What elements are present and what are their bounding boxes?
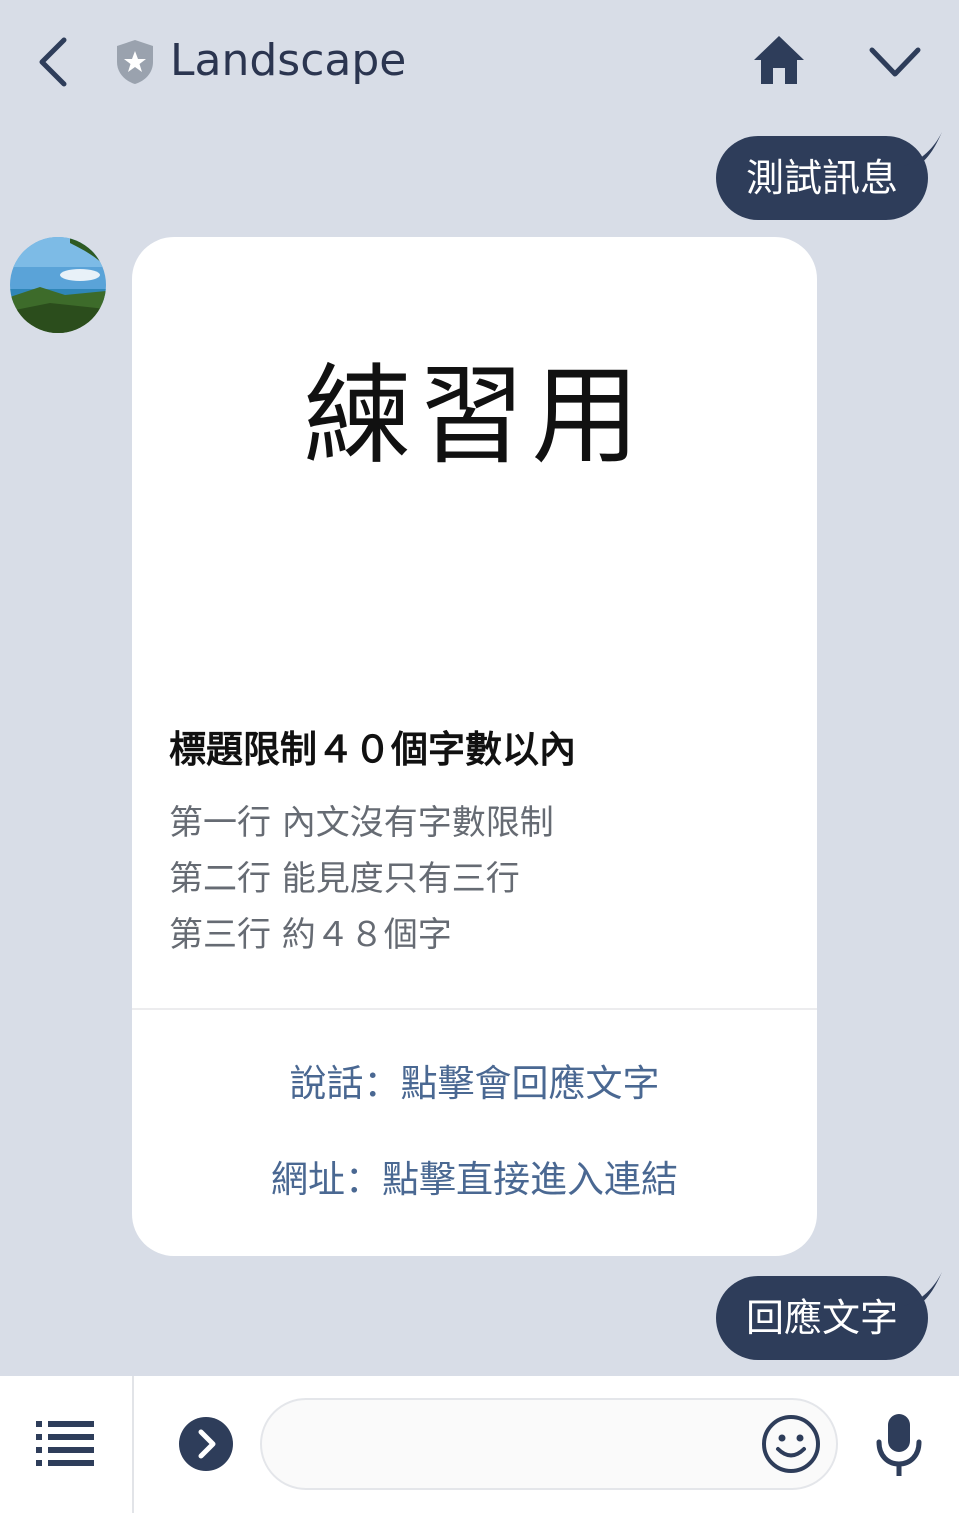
card-divider	[132, 1008, 817, 1010]
card-body-line: 第三行 約４８個字	[169, 915, 452, 955]
chevron-left-icon	[39, 37, 67, 87]
message-text: 測試訊息	[745, 156, 898, 200]
smiley-icon	[762, 1415, 820, 1473]
home-button[interactable]	[750, 32, 808, 88]
chat-title: Landscape	[170, 35, 407, 86]
chevron-down-icon	[869, 47, 921, 77]
emoji-button[interactable]	[761, 1414, 821, 1474]
message-action-button[interactable]: 說話：點擊會回應文字	[132, 1059, 817, 1109]
back-button[interactable]	[30, 34, 76, 90]
flex-message-card: 練習用 標題限制４０個字數以內 第一行 內文沒有字數限制 第二行 能見度只有三行…	[132, 237, 817, 1256]
card-body-line: 第二行 能見度只有三行	[169, 859, 520, 899]
card-body: 第一行 內文沒有字數限制 第二行 能見度只有三行 第三行 約４８個字	[169, 795, 554, 963]
expand-button[interactable]	[178, 1416, 234, 1472]
menu-button[interactable]	[34, 1416, 96, 1470]
bubble-tail	[904, 1272, 942, 1306]
avatar[interactable]	[10, 237, 106, 333]
landscape-avatar-image	[10, 237, 106, 333]
composer-bar	[0, 1376, 959, 1513]
microphone-icon	[876, 1414, 922, 1476]
outgoing-message-bubble[interactable]: 測試訊息	[715, 132, 942, 220]
composer-separator	[132, 1376, 134, 1513]
collapse-button[interactable]	[866, 42, 924, 82]
home-icon	[754, 36, 804, 84]
list-menu-icon	[36, 1421, 94, 1466]
message-text: 回應文字	[745, 1296, 898, 1340]
chat-header: Landscape	[0, 0, 959, 120]
microphone-button[interactable]	[874, 1412, 924, 1478]
message-input[interactable]	[260, 1398, 838, 1490]
card-hero-text: 練習用	[303, 354, 646, 479]
card-body-line: 第一行 內文沒有字數限制	[169, 803, 554, 843]
card-title: 標題限制４０個字數以內	[169, 728, 576, 771]
outgoing-message-bubble[interactable]: 回應文字	[715, 1272, 942, 1360]
bubble-tail	[904, 132, 942, 166]
shield-star-icon	[113, 38, 157, 86]
chevron-right-circle-icon	[179, 1417, 233, 1471]
uri-action-button[interactable]: 網址：點擊直接進入連結	[132, 1155, 817, 1205]
